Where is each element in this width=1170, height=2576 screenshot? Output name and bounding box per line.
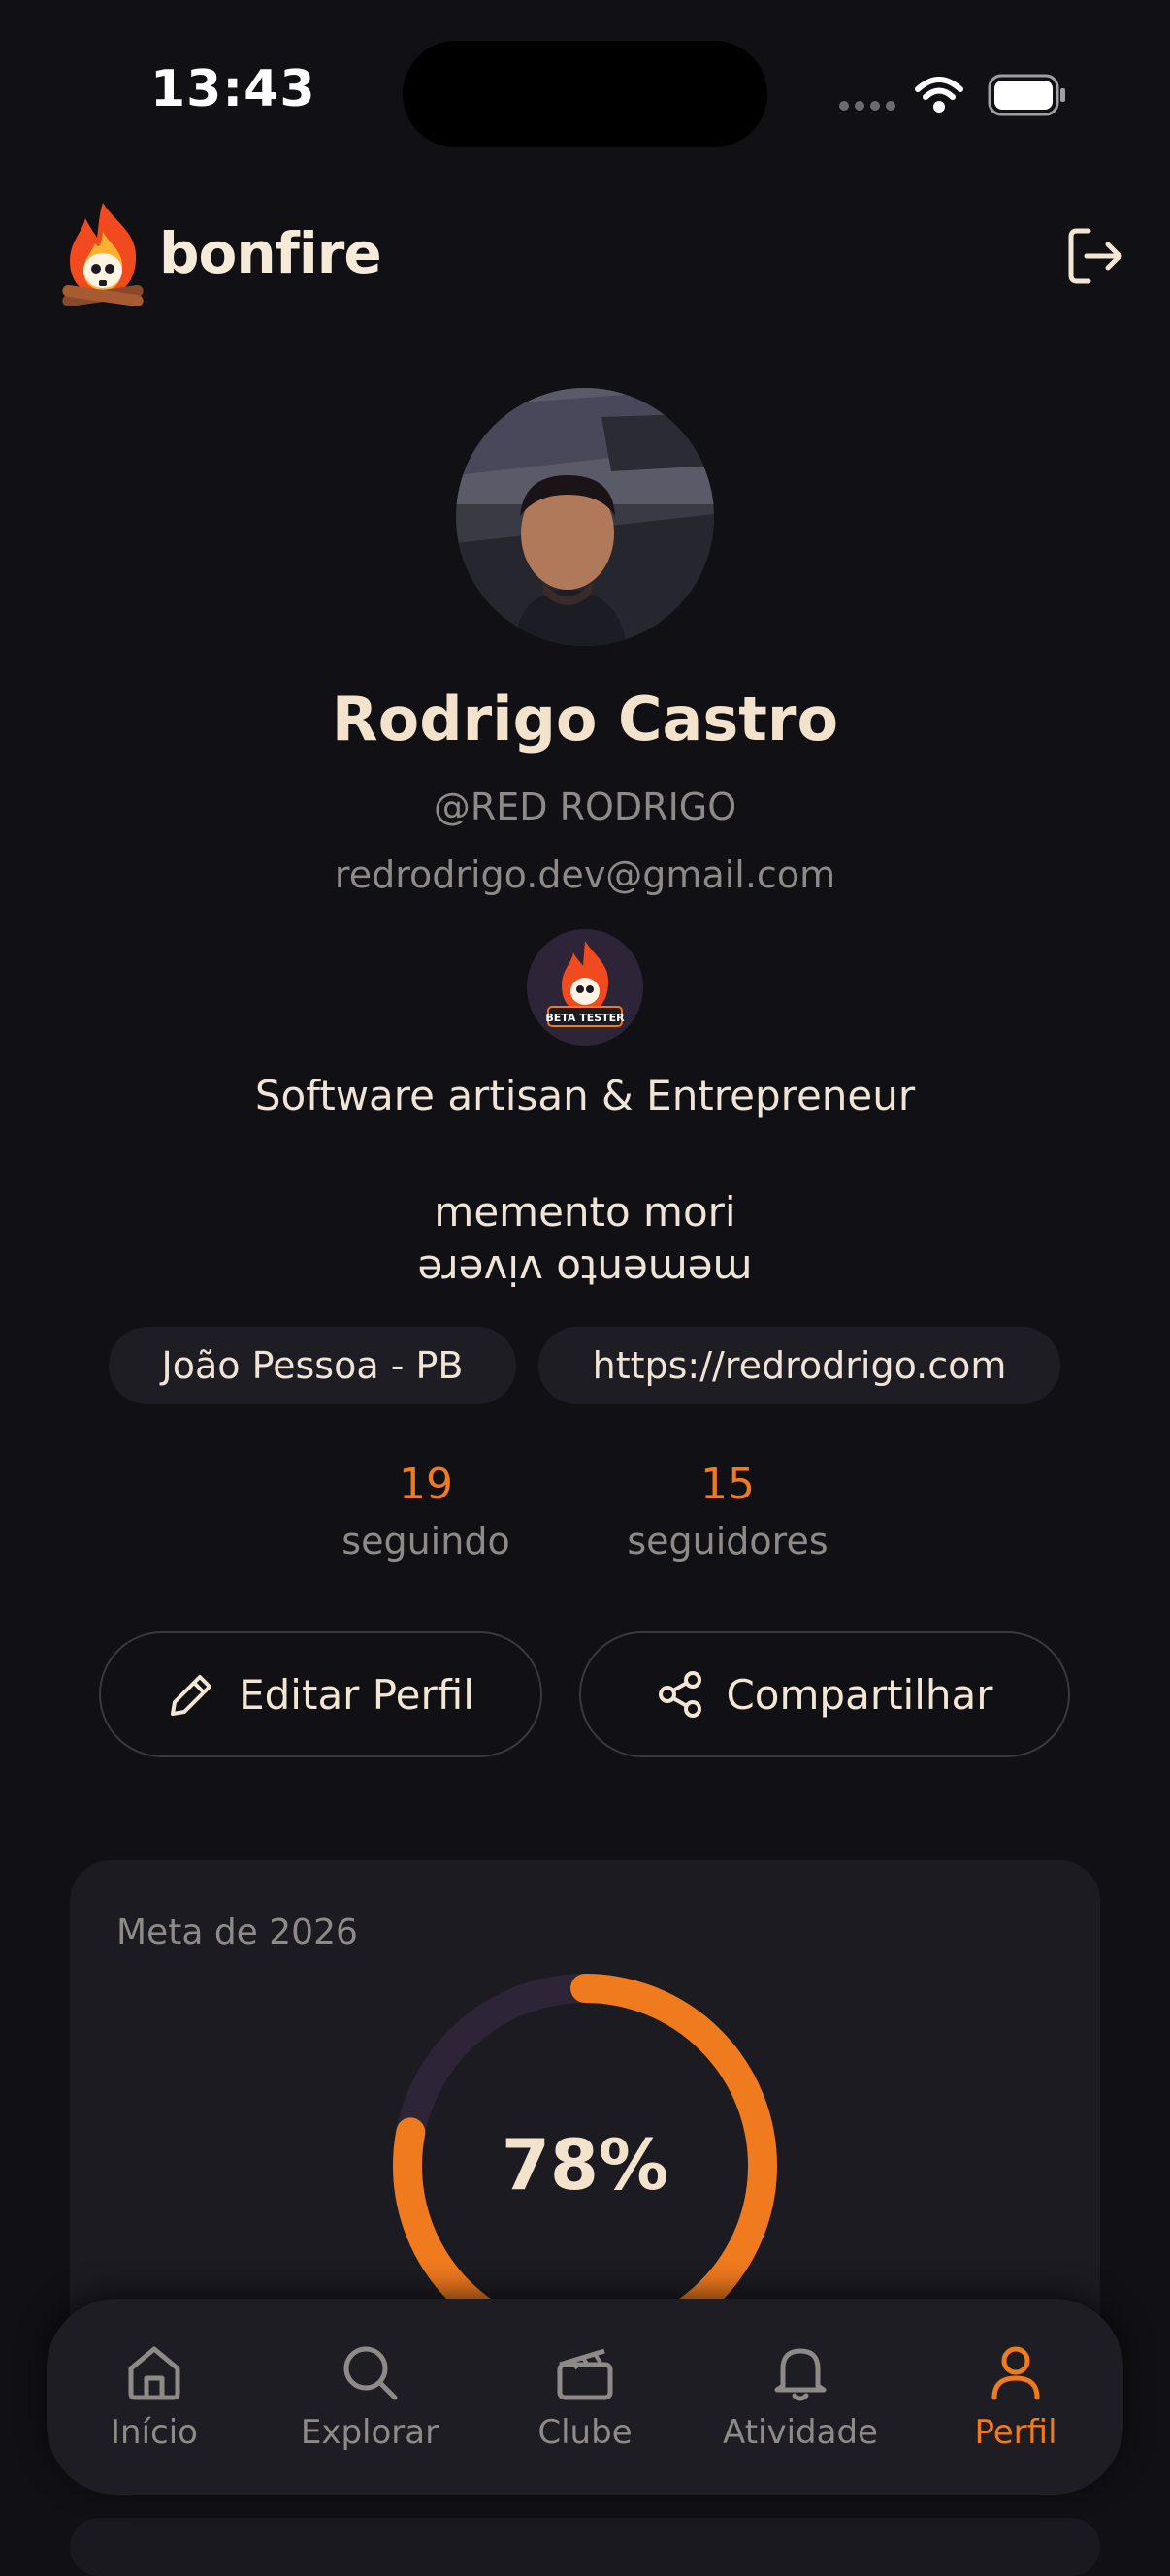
tab-explorar[interactable]: Explorar xyxy=(273,2341,467,2452)
bottom-tab-bar: Início Explorar Clube Atividade Perfil xyxy=(47,2299,1123,2495)
user-icon xyxy=(991,2346,1040,2400)
wifi-icon xyxy=(915,77,963,113)
following-label[interactable]: seguindo xyxy=(280,1520,571,1562)
share-button[interactable]: Compartilhar xyxy=(579,1631,1070,1757)
tab-label: Atividade xyxy=(723,2413,878,2452)
tab-label: Clube xyxy=(537,2413,633,2452)
website-link[interactable]: https://redrodrigo.com xyxy=(538,1327,1060,1404)
home-icon xyxy=(128,2346,180,2400)
tab-label: Perfil xyxy=(974,2413,1057,2452)
search-icon xyxy=(343,2346,398,2400)
tab-label: Início xyxy=(111,2413,198,2452)
location-chip: João Pessoa - PB xyxy=(109,1327,516,1404)
tab-atividade[interactable]: Atividade xyxy=(703,2341,897,2452)
beta-tester-badge[interactable]: BETA TESTER xyxy=(525,927,645,1047)
tab-label: Explorar xyxy=(300,2413,439,2452)
goal-percent: 78% xyxy=(501,2124,669,2206)
share-icon xyxy=(659,1671,702,1718)
tab-clube[interactable]: Clube xyxy=(488,2341,682,2452)
tab-inicio[interactable]: Início xyxy=(57,2341,251,2452)
clapperboard-icon xyxy=(557,2348,613,2400)
status-time: 13:43 xyxy=(150,60,316,118)
pencil-icon xyxy=(171,1675,212,1716)
bio-line-2: memento mori xyxy=(434,1188,736,1236)
bio-line-3-inverted: memento vivere xyxy=(417,1246,753,1294)
logout-icon[interactable] xyxy=(1065,225,1127,287)
cellular-signal-icon xyxy=(839,101,895,111)
following-count[interactable]: 19 xyxy=(280,1460,571,1509)
followers-label[interactable]: seguidores xyxy=(582,1520,873,1562)
bell-icon xyxy=(774,2348,827,2401)
tab-perfil[interactable]: Perfil xyxy=(919,2341,1113,2452)
bio-line-1: Software artisan & Entrepreneur xyxy=(254,1072,916,1119)
profile-name: Rodrigo Castro xyxy=(331,684,839,755)
bonfire-logo[interactable]: bonfire xyxy=(56,199,382,307)
svg-text:BETA TESTER: BETA TESTER xyxy=(545,1012,625,1024)
edit-profile-label: Editar Perfil xyxy=(239,1670,474,1719)
share-label: Compartilhar xyxy=(726,1670,993,1719)
brand-name: bonfire xyxy=(159,220,382,286)
goal-title: Meta de 2026 xyxy=(116,1913,358,1952)
battery-icon xyxy=(988,74,1065,116)
avatar[interactable] xyxy=(456,388,714,646)
followers-count[interactable]: 15 xyxy=(582,1460,873,1509)
profile-handle: @RED RODRIGO xyxy=(433,786,737,828)
campfire-skull-icon xyxy=(62,203,144,307)
next-card-peek xyxy=(70,2518,1100,2576)
edit-profile-button[interactable]: Editar Perfil xyxy=(99,1631,542,1757)
dynamic-island xyxy=(403,41,767,147)
profile-email: redrodrigo.dev@gmail.com xyxy=(334,853,836,896)
